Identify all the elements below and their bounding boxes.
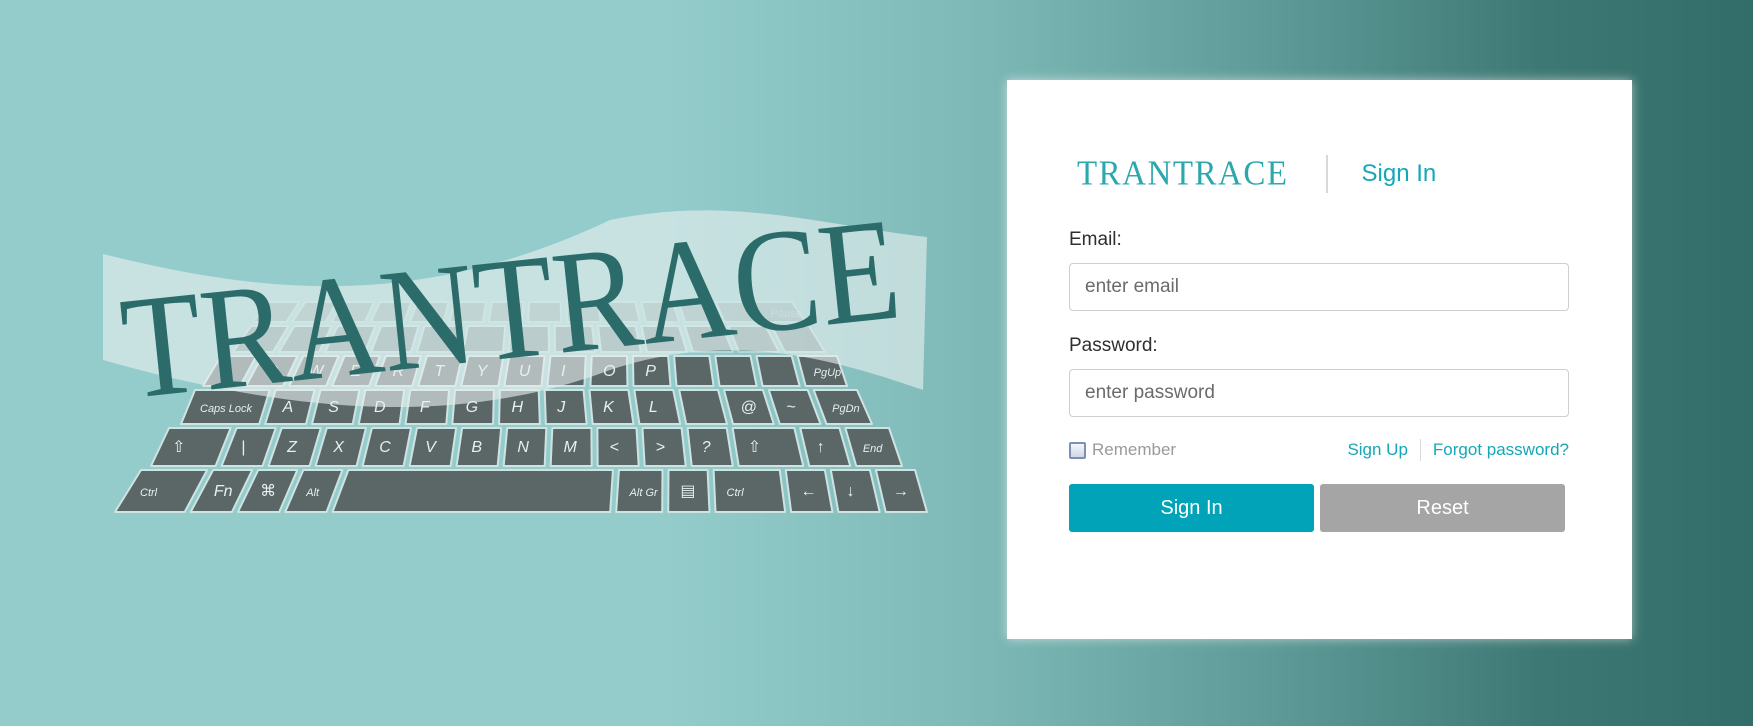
keyboard-key-label: ▤ xyxy=(680,483,695,500)
keyboard-key-label: ⇧ xyxy=(748,439,761,456)
keyboard-key-label: Alt Gr xyxy=(629,487,659,499)
brand-logo: TRANTRACE xyxy=(1077,154,1289,193)
remember-label: Remember xyxy=(1092,440,1177,459)
keyboard-key-label: | xyxy=(241,439,245,456)
email-label: Email: xyxy=(1069,229,1122,250)
keyboard-key-label: ⌘ xyxy=(260,483,276,500)
keyboard-key-label: B xyxy=(471,439,482,456)
keyboard-key-label: → xyxy=(893,483,909,500)
keyboard-key xyxy=(220,427,277,467)
checkbox-box[interactable] xyxy=(1069,441,1086,459)
keyboard-key-label: C xyxy=(379,439,391,456)
keyboard-key-label: ← xyxy=(800,483,816,500)
keyboard-key-label: ↑ xyxy=(817,439,825,456)
keyboard-key-label: N xyxy=(517,439,529,456)
email-field[interactable] xyxy=(1069,263,1569,311)
keyboard-key-label: PgDn xyxy=(832,403,860,415)
keyboard-key-label: Fn xyxy=(214,483,233,500)
keyboard-key-label: V xyxy=(425,439,437,456)
password-label: Password: xyxy=(1069,335,1158,356)
keyboard-key xyxy=(331,469,614,513)
keyboard-key-label: K xyxy=(603,399,615,416)
sign-up-link[interactable]: Sign Up xyxy=(1347,440,1407,460)
auth-links: Sign Up Forgot password? xyxy=(1347,439,1569,461)
keyboard-key xyxy=(543,389,588,425)
keyboard-key-label: Ctrl xyxy=(140,487,158,499)
sign-in-button[interactable]: Sign In xyxy=(1069,484,1314,532)
keyboard-key-label: X xyxy=(332,439,345,456)
keyboard-key-label: @ xyxy=(741,399,757,416)
links-divider xyxy=(1419,439,1421,461)
keyboard-key xyxy=(712,469,787,513)
keyboard-key-label: ? xyxy=(702,439,711,456)
keyboard-key xyxy=(150,427,232,467)
keyboard-key-label: > xyxy=(656,439,665,456)
keyboard-banner-graphic: PauseQWERTYUIOPPgUpCaps LockASDFGHJKL@~P… xyxy=(103,200,928,513)
keyboard-key-label: Alt xyxy=(305,487,320,499)
page-title: Sign In xyxy=(1361,160,1437,187)
header-divider xyxy=(1325,155,1328,193)
keyboard-key xyxy=(799,427,852,467)
keyboard-key-label: H xyxy=(511,399,523,416)
login-card: TRANTRACE Sign In Email: Password: Remem… xyxy=(1007,80,1632,639)
password-field[interactable] xyxy=(1069,369,1569,417)
keyboard-key-label: ~ xyxy=(786,399,795,416)
options-row: Remember Sign Up Forgot password? xyxy=(1069,438,1569,462)
keyboard-key-label: < xyxy=(610,439,619,456)
keyboard-key-label: M xyxy=(563,439,577,456)
card-header: TRANTRACE Sign In xyxy=(1077,154,1436,194)
keyboard-key-label: J xyxy=(556,399,566,416)
keyboard-key-label: ↓ xyxy=(847,483,855,500)
keyboard-key-label: End xyxy=(863,443,883,455)
forgot-password-link[interactable]: Forgot password? xyxy=(1433,440,1569,460)
reset-button[interactable]: Reset xyxy=(1320,484,1565,532)
keyboard-key xyxy=(829,469,881,513)
keyboard-key-label: ⇧ xyxy=(172,439,185,456)
keyboard-key xyxy=(731,427,805,467)
remember-checkbox[interactable]: Remember xyxy=(1069,440,1176,460)
keyboard-key-label: L xyxy=(649,399,658,416)
keyboard-key xyxy=(678,389,728,425)
hero-illustration: PauseQWERTYUIOPPgUpCaps LockASDFGHJKL@~P… xyxy=(50,200,990,600)
keyboard-key-label: PgUp xyxy=(814,367,842,379)
keyboard-key-label: Ctrl xyxy=(727,487,745,499)
keyboard-key-label: Z xyxy=(286,439,298,456)
